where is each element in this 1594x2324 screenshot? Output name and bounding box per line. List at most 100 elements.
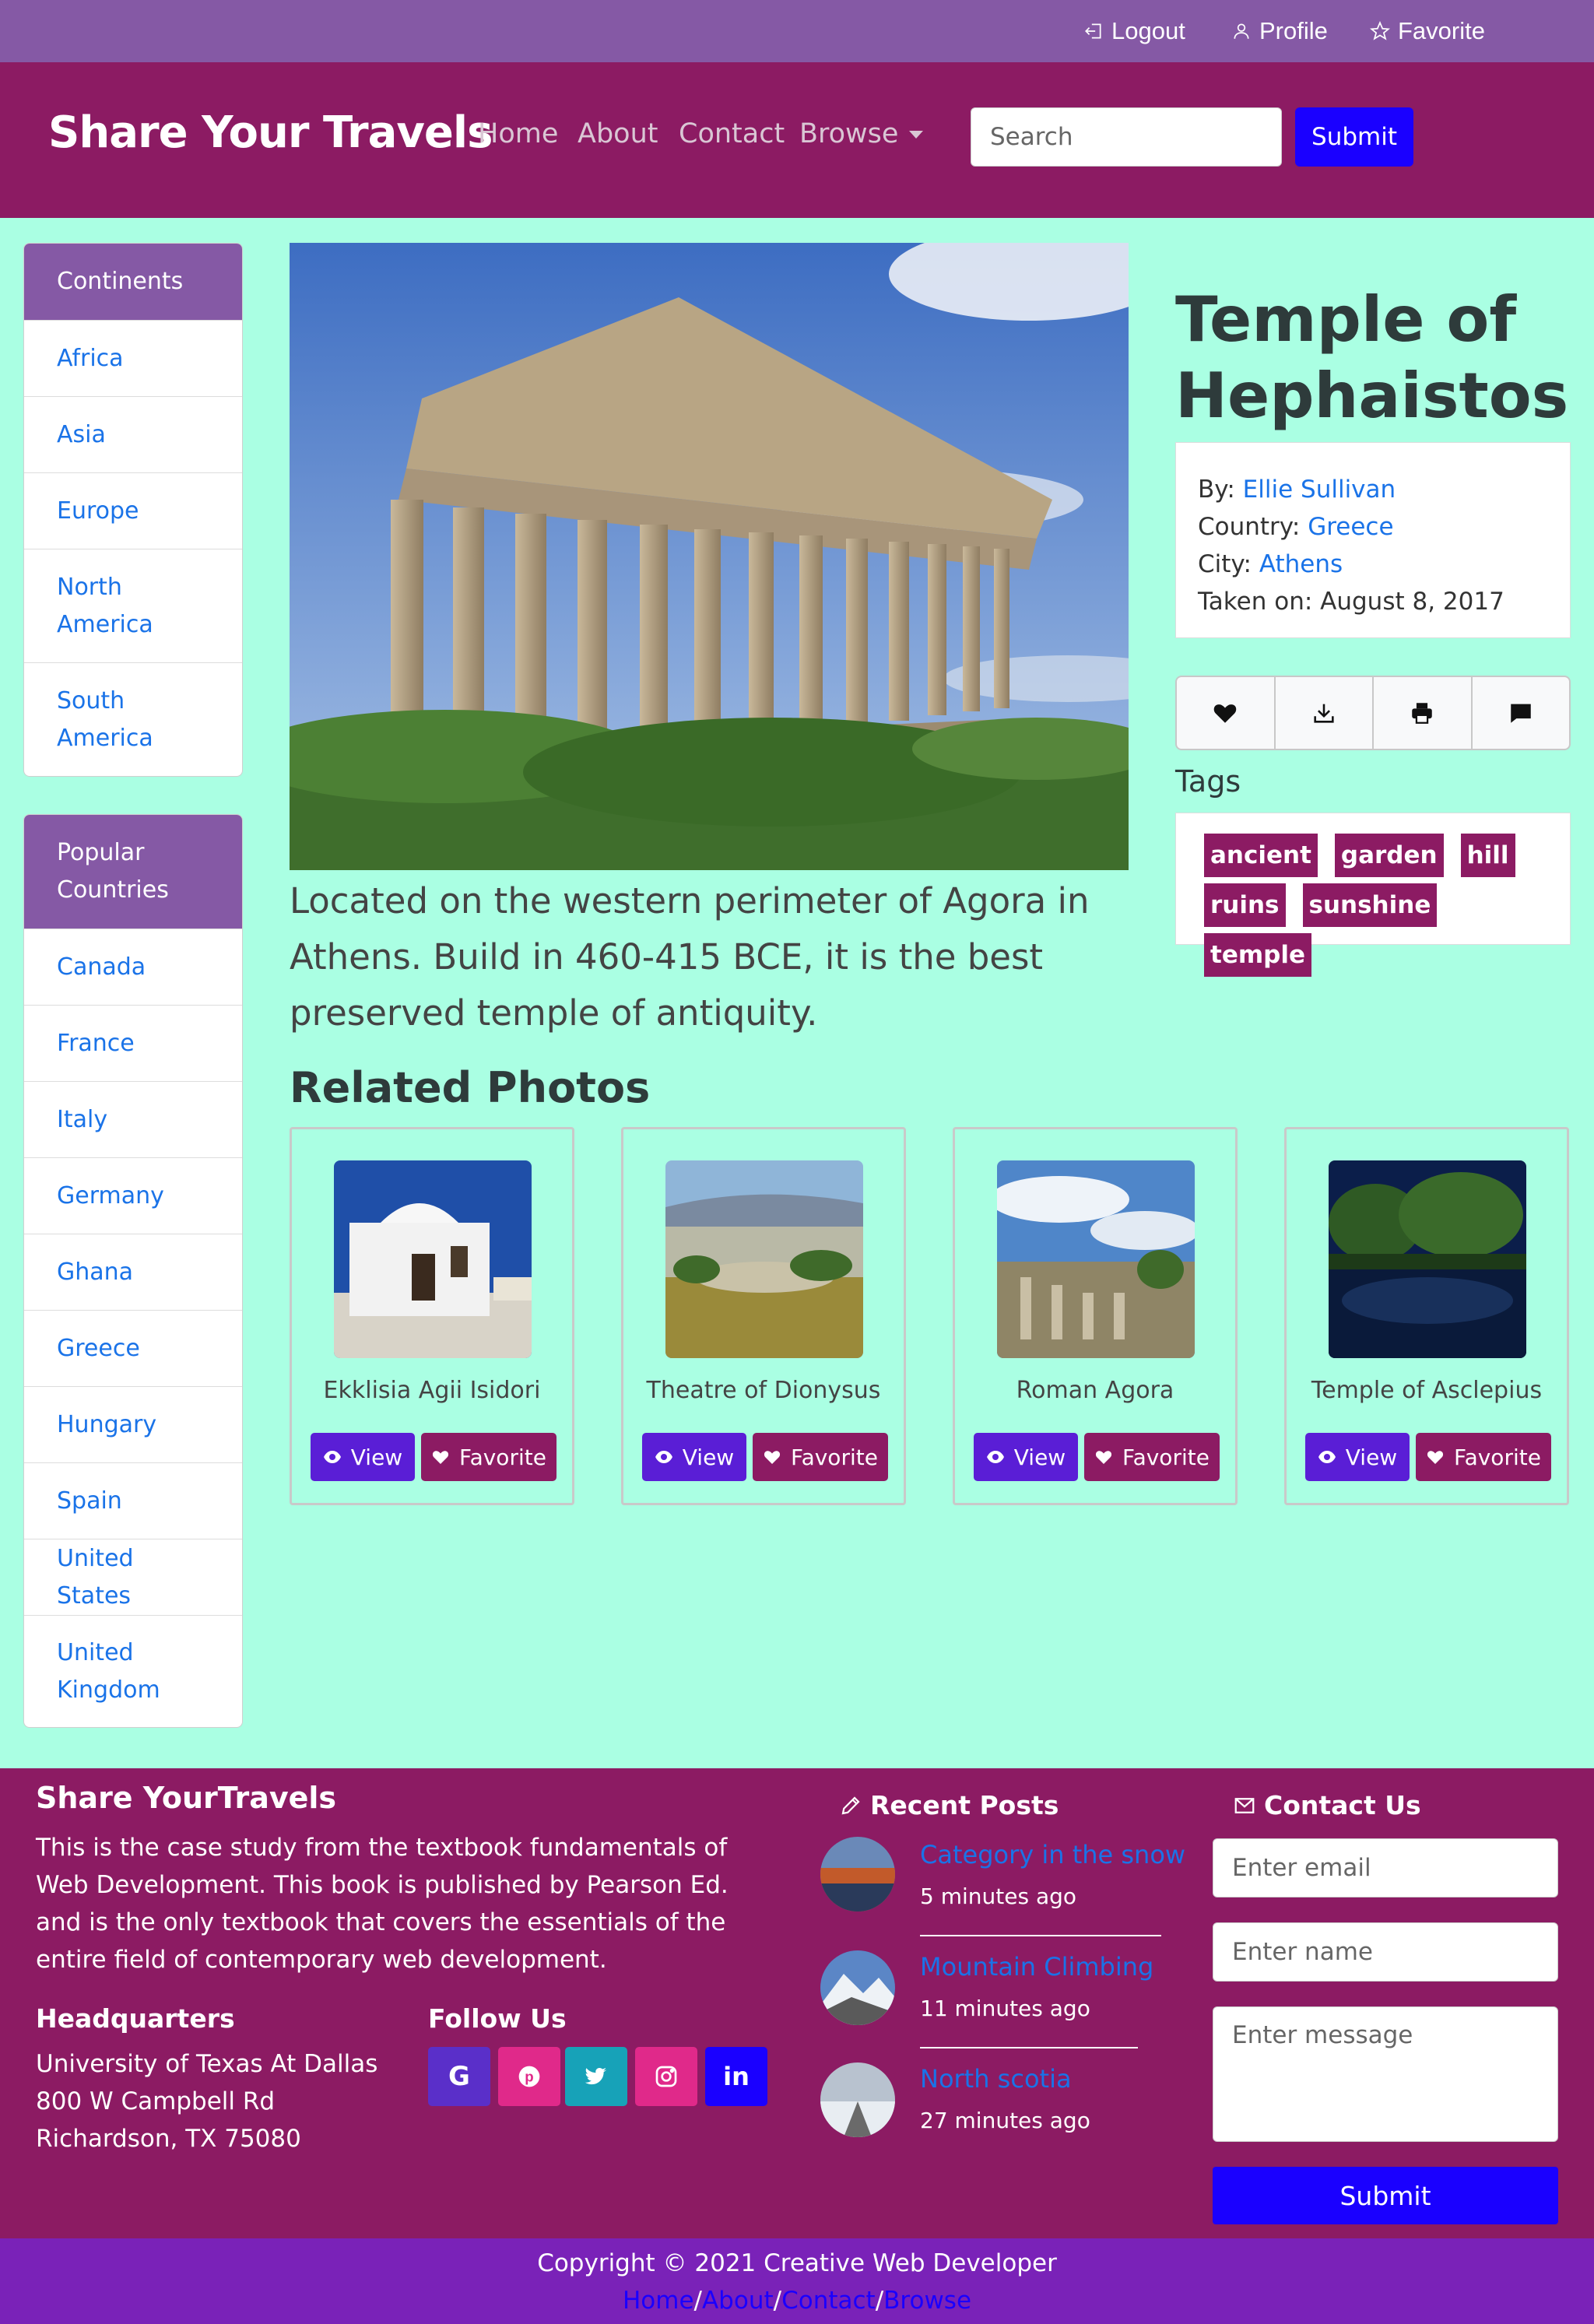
view-label: View <box>682 1444 735 1470</box>
star-icon <box>1370 21 1390 40</box>
city-link[interactable]: Athens <box>1259 550 1343 578</box>
continent-south-america[interactable]: South America <box>24 662 242 776</box>
tag-sunshine[interactable]: sunshine <box>1302 883 1438 927</box>
country-link[interactable]: Greece <box>1308 513 1393 541</box>
photo-title: Temple of Hephaistos <box>1175 283 1569 432</box>
country-greece[interactable]: Greece <box>24 1310 242 1386</box>
profile-link[interactable]: Profile <box>1231 14 1328 48</box>
continent-north-america[interactable]: North America <box>24 549 242 662</box>
nav-about[interactable]: About <box>578 118 658 149</box>
related-photo-thumbnail[interactable] <box>334 1160 532 1358</box>
country-united-states[interactable]: United States <box>24 1539 242 1615</box>
tag-garden[interactable]: garden <box>1334 834 1444 877</box>
headquarters-heading: Headquarters <box>36 2003 235 2034</box>
heart-icon <box>1095 1451 1112 1464</box>
view-button[interactable]: View <box>311 1433 415 1481</box>
continent-asia[interactable]: Asia <box>24 396 242 472</box>
view-button[interactable]: View <box>1305 1433 1410 1481</box>
message-field[interactable] <box>1213 2006 1558 2142</box>
contact-submit-button[interactable]: Submit <box>1213 2167 1558 2224</box>
profile-label: Profile <box>1259 17 1328 44</box>
person-icon <box>1234 23 1249 39</box>
view-button[interactable]: View <box>974 1433 1078 1481</box>
search-submit-button[interactable]: Submit <box>1295 107 1413 167</box>
twitter-button[interactable] <box>565 2047 627 2106</box>
linkedin-button[interactable]: in <box>705 2047 767 2106</box>
favorite-button[interactable]: Favorite <box>421 1433 556 1481</box>
country-spain[interactable]: Spain <box>24 1462 242 1539</box>
print-button[interactable] <box>1374 677 1473 749</box>
heart-icon <box>764 1451 781 1464</box>
footer-link-browse[interactable]: Browse <box>883 2287 971 2315</box>
country-france[interactable]: France <box>24 1005 242 1081</box>
country-canada[interactable]: Canada <box>24 929 242 1005</box>
related-photo-card: Theatre of Dionysus View Favorite <box>621 1127 906 1505</box>
photographer-row: By: Ellie Sullivan <box>1198 471 1548 508</box>
comment-button[interactable] <box>1473 677 1570 749</box>
related-photo-thumbnail[interactable] <box>997 1160 1195 1358</box>
favorite-button[interactable]: Favorite <box>1084 1433 1220 1481</box>
tag-hill[interactable]: hill <box>1460 834 1515 877</box>
nav-contact[interactable]: Contact <box>679 118 785 149</box>
view-label: View <box>1345 1444 1398 1470</box>
country-united-kingdom[interactable]: United Kingdom <box>24 1615 242 1727</box>
related-photo-card: Ekklisia Agii Isidori View Favorite <box>290 1127 574 1505</box>
tag-ancient[interactable]: ancient <box>1204 834 1318 877</box>
continents-heading: Continents <box>24 244 242 320</box>
country-ghana[interactable]: Ghana <box>24 1234 242 1310</box>
email-field[interactable] <box>1213 1838 1558 1897</box>
favorite-button[interactable]: Favorite <box>1416 1433 1551 1481</box>
main-photo <box>290 243 1129 870</box>
footer-links: Home/About/Contact/Browse <box>622 2287 972 2315</box>
related-photo-thumbnail[interactable] <box>1329 1160 1526 1358</box>
hq-line: 800 W Campbell Rd <box>36 2087 276 2115</box>
view-label: View <box>350 1444 403 1470</box>
caret-down-icon <box>909 131 924 139</box>
google-icon: G <box>448 2061 470 2092</box>
post-divider <box>920 2047 1138 2048</box>
pinterest-button[interactable]: p <box>498 2047 560 2106</box>
tag-temple[interactable]: temple <box>1204 933 1311 977</box>
google-button[interactable]: G <box>428 2047 490 2106</box>
like-button[interactable] <box>1177 677 1276 749</box>
logout-link[interactable]: Logout <box>1083 14 1185 48</box>
country-germany[interactable]: Germany <box>24 1157 242 1234</box>
hq-line: University of Texas At Dallas <box>36 2050 378 2078</box>
post-thumbnail[interactable] <box>820 2062 895 2137</box>
logout-label: Logout <box>1111 17 1185 44</box>
favorite-label: Favorite <box>1454 1444 1541 1470</box>
post-title-link[interactable]: North scotia <box>920 2064 1072 2094</box>
view-button[interactable]: View <box>642 1433 746 1481</box>
related-photo-thumbnail[interactable] <box>665 1160 863 1358</box>
favorite-link[interactable]: Favorite <box>1370 14 1485 48</box>
recent-posts-title: Recent Posts <box>870 1790 1059 1820</box>
svg-text:p: p <box>525 2069 533 2085</box>
name-field[interactable] <box>1213 1922 1558 1982</box>
brand-logo[interactable]: Share Your Travels <box>48 107 493 158</box>
post-title-link[interactable]: Category in the snow <box>920 1840 1185 1869</box>
recent-posts-heading: Recent Posts <box>839 1790 1059 1820</box>
search-input[interactable] <box>971 107 1282 167</box>
post-thumbnail[interactable] <box>820 1837 895 1912</box>
site-footer: Share YourTravels This is the case study… <box>0 1768 1594 2238</box>
footer-link-home[interactable]: Home <box>623 2287 694 2315</box>
footer-link-contact[interactable]: Contact <box>781 2287 876 2315</box>
nav-browse-dropdown[interactable]: Browse <box>799 118 924 149</box>
favorite-button[interactable]: Favorite <box>753 1433 888 1481</box>
nav-browse-label: Browse <box>799 118 899 149</box>
continent-africa[interactable]: Africa <box>24 320 242 396</box>
country-hungary[interactable]: Hungary <box>24 1386 242 1462</box>
nav-home[interactable]: Home <box>478 118 558 149</box>
photographer-link[interactable]: Ellie Sullivan <box>1243 476 1396 504</box>
tag-ruins[interactable]: ruins <box>1204 883 1286 927</box>
download-button[interactable] <box>1276 677 1374 749</box>
country-italy[interactable]: Italy <box>24 1081 242 1157</box>
post-thumbnail[interactable] <box>820 1950 895 2025</box>
instagram-button[interactable] <box>635 2047 697 2106</box>
pencil-icon <box>841 1796 860 1814</box>
main-navbar: Share Your Travels Home About Contact Br… <box>0 62 1594 218</box>
footer-link-about[interactable]: About <box>702 2287 774 2315</box>
post-title-link[interactable]: Mountain Climbing <box>920 1952 1153 1982</box>
download-icon <box>1314 704 1334 723</box>
continent-europe[interactable]: Europe <box>24 472 242 549</box>
